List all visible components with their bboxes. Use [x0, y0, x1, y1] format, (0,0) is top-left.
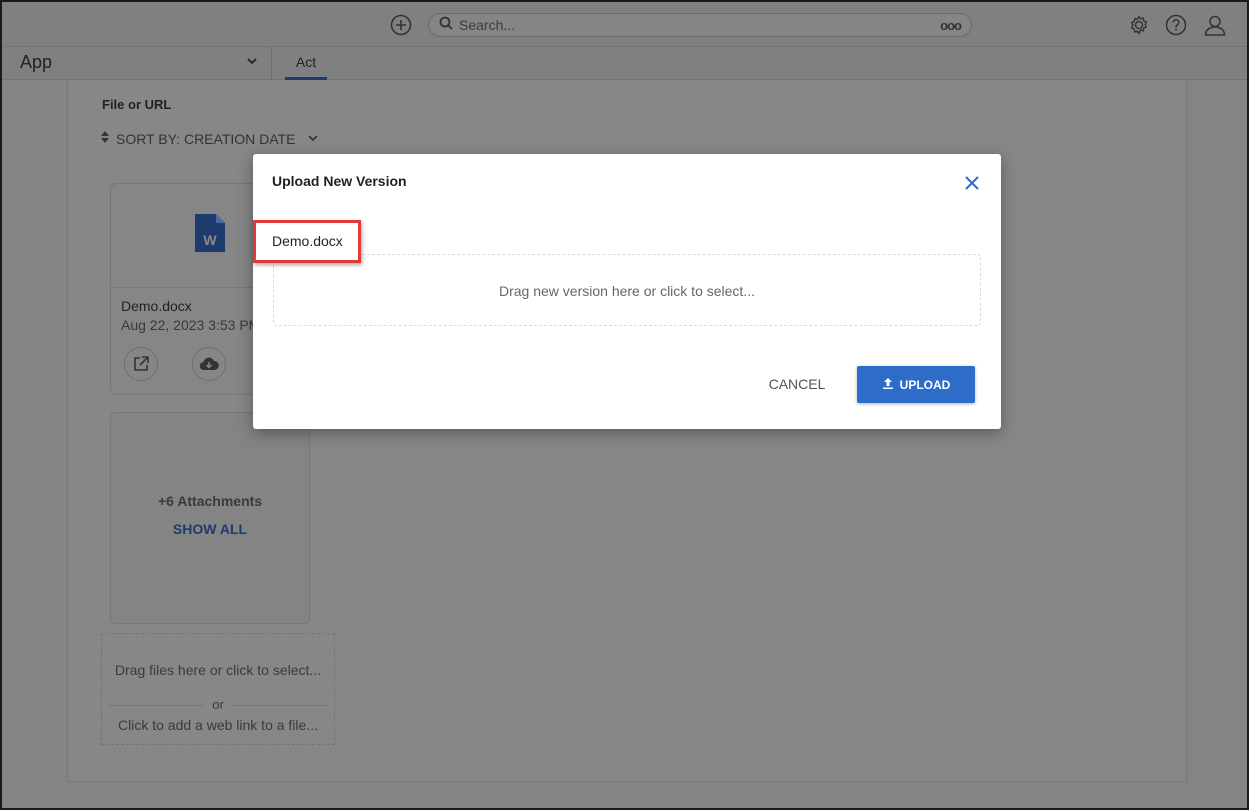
search-input[interactable]: [459, 17, 941, 33]
add-web-link[interactable]: Click to add a web link to a file...: [102, 717, 334, 733]
upload-button[interactable]: UPLOAD: [857, 366, 975, 403]
word-file-icon: W: [195, 214, 225, 257]
file-drop-zone[interactable]: Drag files here or click to select... or…: [101, 633, 335, 745]
more-attachments-count: +6 Attachments: [157, 493, 263, 509]
selected-file-name: Demo.docx: [253, 220, 361, 263]
app-bar: [2, 46, 1247, 80]
user-icon[interactable]: [1202, 12, 1228, 38]
attachment-date: Aug 22, 2023 3:53 PM: [121, 317, 261, 333]
chevron-down-icon[interactable]: [245, 54, 259, 73]
upload-icon: [882, 377, 894, 392]
show-all-link[interactable]: SHOW ALL: [111, 521, 309, 537]
chevron-down-icon: [307, 131, 319, 147]
more-icon[interactable]: ooo: [940, 18, 962, 33]
search-icon: [439, 16, 453, 35]
cloud-download-icon[interactable]: [192, 347, 226, 381]
add-icon[interactable]: [389, 13, 413, 37]
or-separator: or: [102, 697, 334, 712]
drop-text: Drag files here or click to select...: [114, 662, 322, 678]
open-external-icon[interactable]: [124, 347, 158, 381]
search-bar[interactable]: ooo: [428, 13, 972, 37]
svg-text:W: W: [203, 232, 217, 248]
gear-icon[interactable]: [1127, 13, 1151, 37]
upload-label: UPLOAD: [899, 377, 951, 392]
close-icon[interactable]: [961, 172, 983, 194]
section-label: File or URL: [102, 97, 172, 112]
attachment-name: Demo.docx: [121, 298, 192, 314]
sort-dropdown[interactable]: SORT BY: CREATION DATE: [100, 130, 319, 147]
sort-label: SORT BY: CREATION DATE: [116, 130, 296, 147]
more-attachments-card: +6 Attachments SHOW ALL: [110, 412, 310, 624]
dialog-title: Upload New Version: [272, 173, 407, 189]
upload-version-dialog: Upload New Version Drag new version here…: [253, 154, 1001, 429]
app-window: ooo App Act File or URL SORT BY: CREATIO…: [0, 0, 1249, 810]
divider: [271, 47, 272, 80]
sort-icon: [100, 130, 110, 147]
tab-act[interactable]: Act: [285, 54, 327, 80]
app-title[interactable]: App: [20, 52, 52, 73]
cancel-button[interactable]: CANCEL: [753, 366, 841, 402]
help-icon[interactable]: [1164, 13, 1188, 37]
version-drop-zone[interactable]: Drag new version here or click to select…: [273, 254, 981, 326]
